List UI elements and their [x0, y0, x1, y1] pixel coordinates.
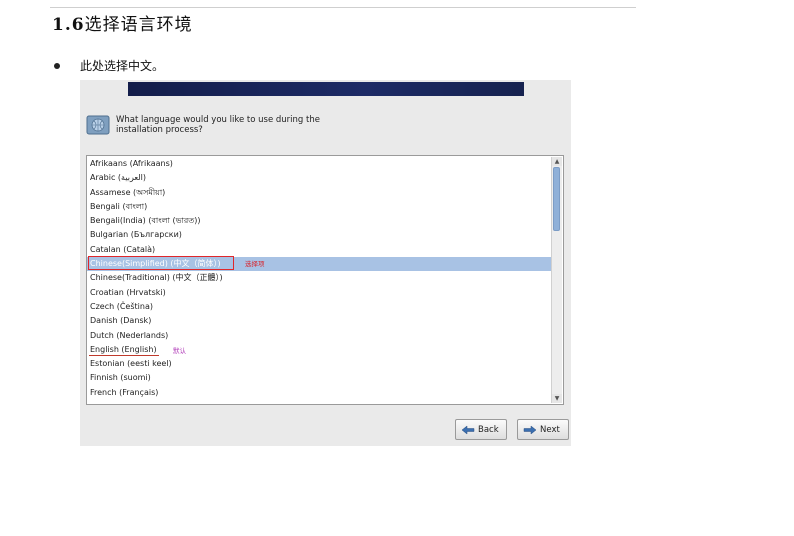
language-item[interactable]: Bulgarian (Български)	[87, 228, 551, 242]
section-number: 1.6	[52, 15, 85, 35]
selection-highlight-box	[88, 256, 234, 271]
language-item[interactable]: Dutch (Nederlands)	[87, 329, 551, 343]
language-item[interactable]: Croatian (Hrvatski)	[87, 286, 551, 300]
section-title: 1.6选择语言环境	[52, 10, 193, 35]
language-item[interactable]: English (English) 默认	[87, 343, 551, 357]
language-item-label: Bengali (বাংলা)	[90, 201, 148, 211]
next-button[interactable]: Next	[517, 419, 569, 440]
language-item[interactable]: Danish (Dansk)	[87, 314, 551, 328]
question-line-2: installation process?	[116, 125, 203, 135]
language-item[interactable]: Afrikaans (Afrikaans)	[87, 157, 551, 171]
scroll-down-arrow-icon[interactable]: ▼	[552, 394, 562, 403]
language-list[interactable]: Afrikaans (Afrikaans) Arabic (العربية) Ass…	[86, 155, 564, 405]
next-arrow-icon	[523, 424, 537, 435]
default-underline	[89, 355, 159, 357]
language-item[interactable]: Czech (Čeština)	[87, 300, 551, 314]
selected-annotation: 选择项	[245, 260, 265, 269]
language-item-label: Assamese (অসমীয়া)	[90, 187, 166, 197]
language-item[interactable]: Bengali(India) (বাংলা (ভারত))	[87, 214, 551, 228]
bullet-text: 此处选择中文。	[80, 59, 165, 73]
language-item-label: French (Français)	[90, 387, 159, 397]
language-item-label: Dutch (Nederlands)	[90, 330, 169, 340]
language-rows: Afrikaans (Afrikaans) Arabic (العربية) Ass…	[87, 157, 551, 400]
language-item[interactable]: Bengali (বাংলা)	[87, 200, 551, 214]
installer-question: What language would you like to use duri…	[116, 115, 356, 135]
language-item-label: English (English)	[90, 344, 157, 354]
list-scrollbar[interactable]: ▲ ▼	[551, 157, 562, 403]
question-line-1: What language would you like to use duri…	[116, 115, 320, 125]
back-button[interactable]: Back	[455, 419, 507, 440]
language-item[interactable]: Assamese (অসমীয়া)	[87, 186, 551, 200]
language-item[interactable]: Catalan (Català)	[87, 243, 551, 257]
installer-banner	[128, 82, 524, 96]
default-annotation: 默认	[173, 346, 186, 355]
back-button-label: Back	[478, 424, 499, 435]
heading-rule	[50, 7, 636, 8]
next-button-label: Next	[540, 424, 560, 435]
language-item-label: Bengali(India) (বাংলা (ভারত))	[90, 216, 201, 226]
section-title-text: 选择语言环境	[84, 15, 193, 35]
language-item-label: Bulgarian (Български)	[90, 230, 182, 240]
language-item-label: Catalan (Català)	[90, 244, 156, 254]
language-item[interactable]: Estonian (eesti keel)	[87, 357, 551, 371]
language-item-label: Chinese(Traditional) (中文（正體）)	[90, 273, 223, 283]
language-item[interactable]: Arabic (العربية)	[87, 171, 551, 185]
language-item-label: Danish (Dansk)	[90, 316, 152, 326]
language-item[interactable]: Chinese(Simplified) (中文（简体）) 选择项	[87, 256, 551, 272]
language-item-label: Arabic (العربية)	[90, 173, 147, 183]
scroll-thumb[interactable]	[553, 167, 560, 231]
language-item-label: Croatian (Hrvatski)	[90, 287, 166, 297]
language-flag-icon	[86, 115, 110, 135]
scroll-up-arrow-icon[interactable]: ▲	[552, 157, 562, 166]
back-arrow-icon	[461, 424, 475, 435]
language-item-label: Afrikaans (Afrikaans)	[90, 159, 173, 168]
installer-screenshot: What language would you like to use duri…	[80, 80, 571, 446]
language-item[interactable]: Finnish (suomi)	[87, 371, 551, 385]
language-item[interactable]: French (Français)	[87, 386, 551, 400]
bullet-icon	[54, 63, 60, 69]
language-item-label: Czech (Čeština)	[90, 301, 153, 311]
language-item[interactable]: Chinese(Traditional) (中文（正體）)	[87, 271, 551, 285]
language-item-label: Estonian (eesti keel)	[90, 359, 172, 369]
language-item-label: Finnish (suomi)	[90, 373, 151, 383]
